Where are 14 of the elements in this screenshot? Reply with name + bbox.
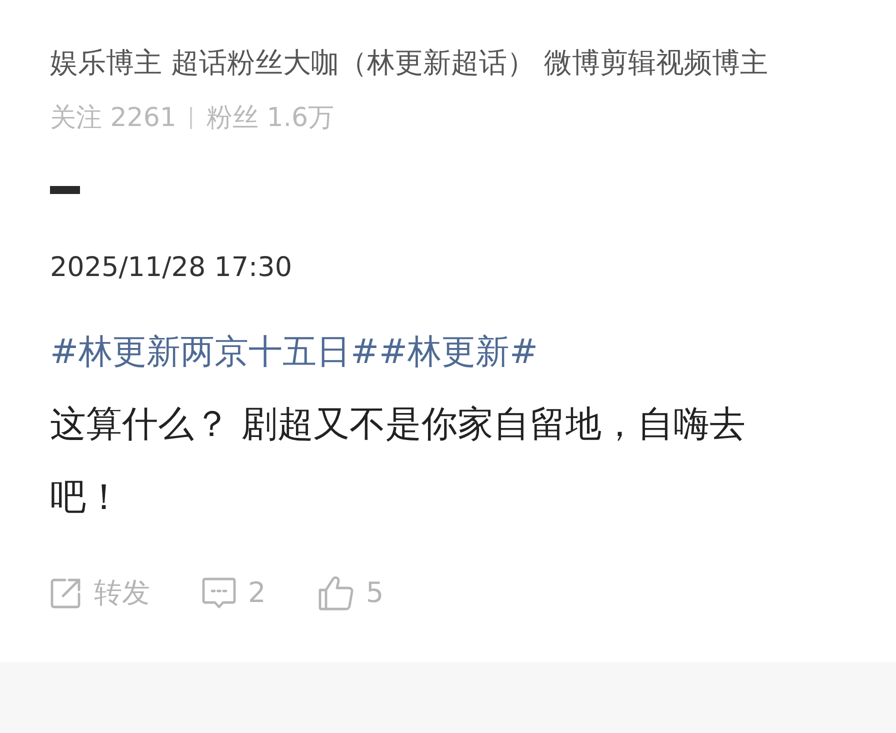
- comment-button[interactable]: 2: [202, 573, 266, 613]
- follow-stat[interactable]: 粉丝 1.6万: [206, 98, 334, 138]
- repost-button[interactable]: 转发: [50, 573, 150, 613]
- like-button[interactable]: 5: [318, 573, 384, 613]
- post-timestamp: 2025/11/28 17:30: [50, 251, 292, 285]
- user-bio: 娱乐博主 超话粉丝大咖（林更新超话） 微博剪辑视频博主: [50, 45, 768, 81]
- comment-icon: [202, 577, 236, 609]
- follow-stat[interactable]: 关注 2261: [50, 98, 176, 138]
- thumbs-up-icon: [318, 575, 354, 611]
- post-text: 这算什么？ 剧超又不是你家自留地，自嗨去吧！: [50, 403, 746, 520]
- dash-mark: [50, 186, 80, 194]
- hashtag-link[interactable]: #林更新#: [378, 327, 538, 377]
- share-icon: [50, 577, 82, 609]
- hashtag-link[interactable]: #林更新两京十五日#: [50, 327, 379, 377]
